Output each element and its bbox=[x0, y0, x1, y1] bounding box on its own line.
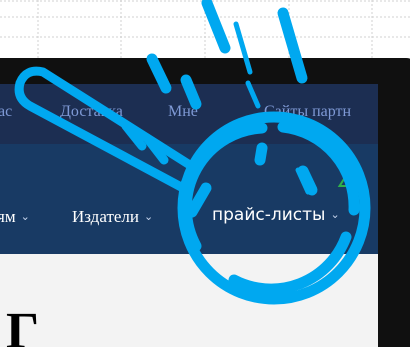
motion-lines-icon bbox=[146, 0, 308, 110]
price-lists-link[interactable]: прайс-листы ⌄ bbox=[212, 205, 340, 225]
chevron-down-icon: ⌄ bbox=[330, 208, 340, 221]
promo-illustration: ас Доставка Мне Сайты партн ∠ ям ⌄ Издате… bbox=[0, 0, 410, 347]
magnifier-icon bbox=[14, 0, 371, 305]
price-lists-label: прайс-листы bbox=[212, 205, 326, 225]
